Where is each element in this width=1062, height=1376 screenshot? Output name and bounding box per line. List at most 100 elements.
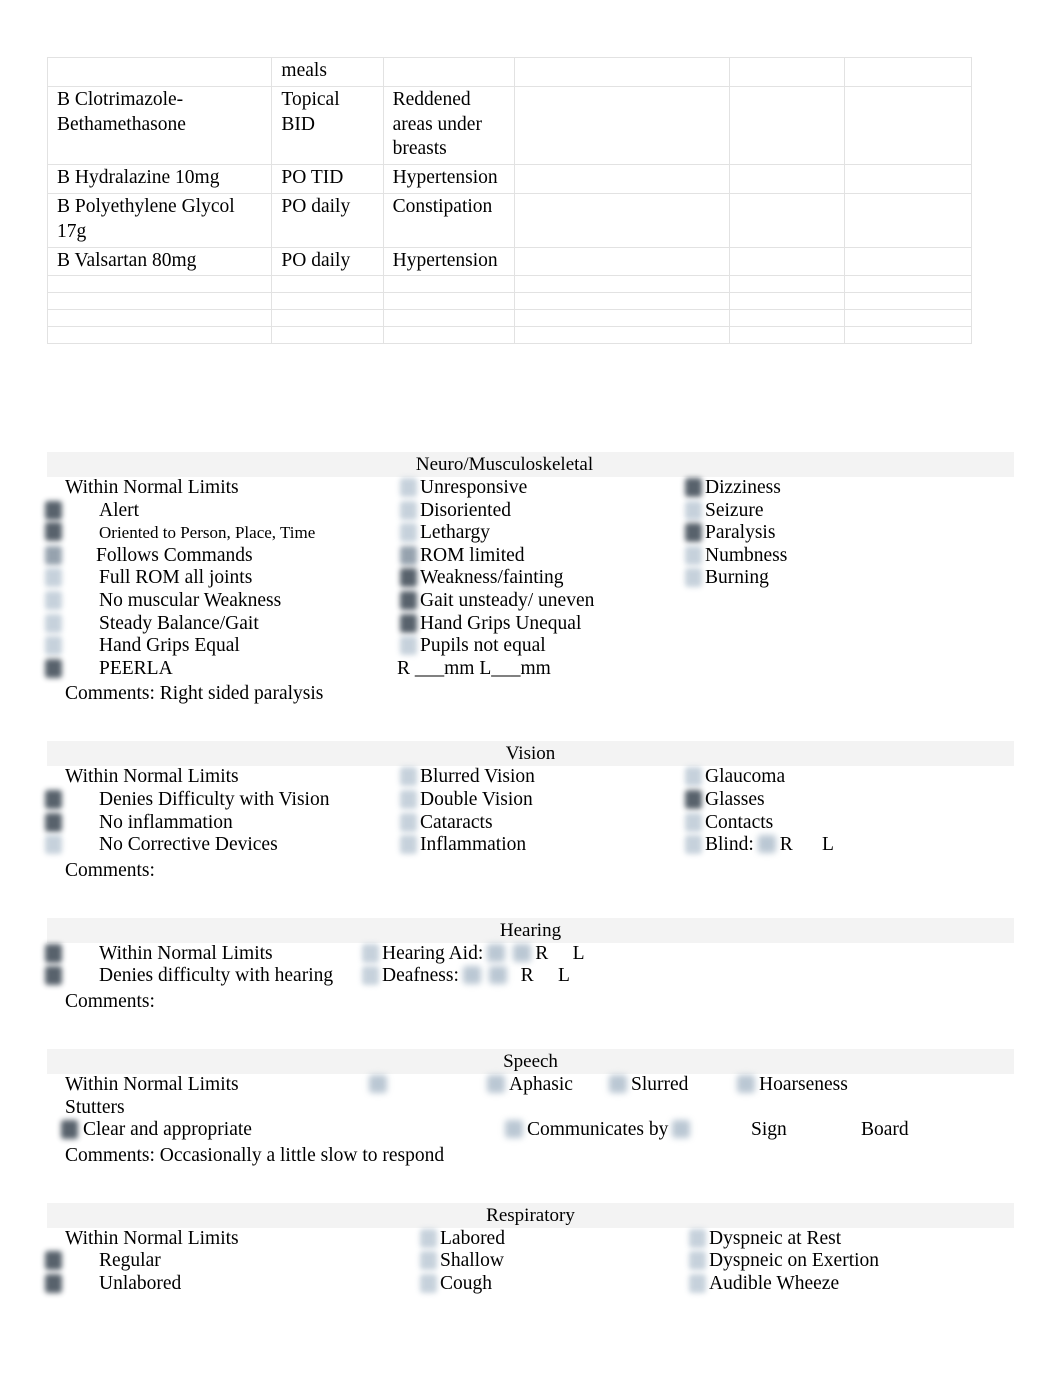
speech-item-aphasic[interactable]: Aphasic bbox=[483, 1074, 605, 1097]
checkbox-icon[interactable] bbox=[400, 590, 417, 610]
neuro-item-hand-grips-unequal[interactable]: Hand Grips Unequal bbox=[400, 613, 662, 636]
checkbox-icon[interactable] bbox=[513, 943, 532, 962]
neuro-item-burning[interactable]: Burning bbox=[685, 567, 1014, 590]
checkbox-icon[interactable] bbox=[400, 500, 417, 520]
checkbox-icon[interactable] bbox=[685, 523, 702, 543]
checkbox-icon[interactable] bbox=[689, 1228, 706, 1248]
checkbox-icon[interactable] bbox=[45, 966, 62, 986]
checkbox-icon[interactable] bbox=[685, 500, 702, 520]
checkbox-icon[interactable] bbox=[400, 789, 417, 809]
checkbox-icon[interactable] bbox=[685, 545, 702, 565]
checkbox-icon[interactable] bbox=[400, 613, 417, 633]
checkbox-icon[interactable] bbox=[45, 613, 62, 633]
neuro-item-paralysis[interactable]: Paralysis bbox=[685, 522, 1014, 545]
speech-item-communicates-by[interactable]: Communicates by bbox=[501, 1119, 751, 1142]
vision-item-inflammation[interactable]: Inflammation bbox=[400, 834, 662, 857]
respiratory-item-wnl[interactable]: Within Normal Limits bbox=[65, 1228, 377, 1251]
neuro-item-follows-commands[interactable]: Follows Commands bbox=[45, 545, 377, 568]
neuro-item-full-rom[interactable]: Full ROM all joints bbox=[45, 567, 377, 590]
hearing-item-denies-difficulty[interactable]: Denies difficulty with hearing bbox=[45, 965, 382, 988]
checkbox-icon[interactable] bbox=[685, 835, 702, 855]
checkbox-icon[interactable] bbox=[505, 1120, 523, 1139]
vision-item-cataracts[interactable]: Cataracts bbox=[400, 812, 662, 835]
respiratory-item-labored[interactable]: Labored bbox=[420, 1228, 662, 1251]
checkbox-icon[interactable] bbox=[400, 812, 417, 832]
respiratory-item-regular[interactable]: Regular bbox=[45, 1250, 377, 1273]
neuro-item-no-muscular-weakness[interactable]: No muscular Weakness bbox=[45, 590, 377, 613]
respiratory-item-dyspneic-exertion[interactable]: Dyspneic on Exertion bbox=[689, 1250, 1014, 1273]
checkbox-icon[interactable] bbox=[61, 1120, 78, 1140]
hearing-comments[interactable]: Comments: bbox=[47, 987, 1014, 1015]
checkbox-icon[interactable] bbox=[685, 789, 702, 809]
speech-item-sign[interactable]: Sign bbox=[751, 1119, 861, 1142]
checkbox-icon[interactable] bbox=[400, 767, 417, 787]
speech-item-wnl[interactable]: Within Normal Limits bbox=[47, 1074, 365, 1097]
checkbox-icon[interactable] bbox=[400, 835, 417, 855]
checkbox-icon[interactable] bbox=[400, 545, 417, 565]
checkbox-icon[interactable] bbox=[362, 943, 379, 963]
neuro-pupil-measurement[interactable]: R ___mm L___mm bbox=[397, 658, 662, 681]
vision-item-contacts[interactable]: Contacts bbox=[685, 812, 1014, 835]
checkbox-icon[interactable] bbox=[689, 1273, 706, 1293]
checkbox-icon[interactable] bbox=[45, 545, 62, 565]
checkbox-icon[interactable] bbox=[420, 1251, 437, 1271]
checkbox-icon[interactable] bbox=[685, 568, 702, 588]
hearing-item-wnl[interactable]: Within Normal Limits bbox=[45, 943, 382, 966]
neuro-item-alert[interactable]: Alert bbox=[45, 500, 377, 523]
vision-item-blurred[interactable]: Blurred Vision bbox=[400, 766, 662, 789]
respiratory-item-unlabored[interactable]: Unlabored bbox=[45, 1273, 377, 1296]
vision-item-glaucoma[interactable]: Glaucoma bbox=[685, 766, 1014, 789]
checkbox-icon[interactable] bbox=[45, 1273, 62, 1293]
checkbox-icon[interactable] bbox=[400, 568, 417, 588]
vision-item-blind[interactable]: Blind: R L bbox=[685, 834, 1014, 857]
neuro-comments[interactable]: Comments: Right sided paralysis bbox=[47, 680, 1014, 708]
checkbox-icon[interactable] bbox=[487, 1074, 505, 1093]
neuro-item-seizure[interactable]: Seizure bbox=[685, 500, 1014, 523]
neuro-item-wnl[interactable]: Within Normal Limits bbox=[65, 477, 377, 500]
checkbox-icon[interactable] bbox=[45, 789, 62, 809]
speech-comments[interactable]: Comments: Occasionally a little slow to … bbox=[47, 1141, 1014, 1169]
speech-item-hoarseness[interactable]: Hoarseness bbox=[733, 1074, 853, 1097]
vision-item-wnl[interactable]: Within Normal Limits bbox=[65, 766, 377, 789]
vision-item-double[interactable]: Double Vision bbox=[400, 789, 662, 812]
vision-item-no-corrective-devices[interactable]: No Corrective Devices bbox=[45, 834, 377, 857]
checkbox-icon[interactable] bbox=[45, 568, 62, 588]
neuro-item-unresponsive[interactable]: Unresponsive bbox=[400, 477, 662, 500]
neuro-item-disoriented[interactable]: Disoriented bbox=[400, 500, 662, 523]
neuro-item-weakness-fainting[interactable]: Weakness/fainting bbox=[400, 567, 662, 590]
neuro-item-lethargy[interactable]: Lethargy bbox=[400, 522, 662, 545]
checkbox-icon[interactable] bbox=[689, 1251, 706, 1271]
speech-item-stutters[interactable]: Stutters bbox=[47, 1097, 365, 1120]
checkbox-icon[interactable] bbox=[609, 1074, 627, 1093]
checkbox-icon[interactable] bbox=[45, 812, 62, 832]
checkbox-icon[interactable] bbox=[685, 767, 702, 787]
checkbox-icon[interactable] bbox=[45, 500, 62, 520]
checkbox-icon[interactable] bbox=[45, 658, 62, 678]
vision-item-glasses[interactable]: Glasses bbox=[685, 789, 1014, 812]
neuro-item-hand-grips-equal[interactable]: Hand Grips Equal bbox=[45, 635, 377, 658]
checkbox-icon[interactable] bbox=[369, 1074, 387, 1093]
speech-item-board[interactable]: Board bbox=[861, 1119, 981, 1142]
hearing-aid-row[interactable]: Hearing Aid: R L bbox=[362, 943, 802, 966]
checkbox-icon[interactable] bbox=[462, 966, 481, 985]
neuro-item-steady-balance[interactable]: Steady Balance/Gait bbox=[45, 613, 377, 636]
neuro-item-dizziness[interactable]: Dizziness bbox=[685, 477, 1014, 500]
neuro-item-rom-limited[interactable]: ROM limited bbox=[400, 545, 662, 568]
respiratory-item-audible-wheeze[interactable]: Audible Wheeze bbox=[689, 1273, 1014, 1296]
checkbox-icon[interactable] bbox=[45, 835, 62, 855]
neuro-item-oriented[interactable]: Oriented to Person, Place, Time bbox=[45, 522, 377, 545]
checkbox-icon[interactable] bbox=[685, 478, 702, 497]
checkbox-icon[interactable] bbox=[45, 522, 62, 542]
speech-item-clear[interactable]: Clear and appropriate bbox=[47, 1119, 383, 1142]
checkbox-icon[interactable] bbox=[488, 966, 507, 985]
checkbox-icon[interactable] bbox=[362, 966, 379, 986]
checkbox-icon[interactable] bbox=[672, 1120, 691, 1139]
neuro-item-numbness[interactable]: Numbness bbox=[685, 545, 1014, 568]
checkbox-icon[interactable] bbox=[45, 943, 62, 963]
checkbox-icon[interactable] bbox=[45, 590, 62, 610]
vision-item-no-inflammation[interactable]: No inflammation bbox=[45, 812, 377, 835]
checkbox-icon[interactable] bbox=[737, 1074, 755, 1093]
checkbox-icon[interactable] bbox=[420, 1228, 437, 1248]
vision-item-denies-difficulty[interactable]: Denies Difficulty with Vision bbox=[45, 789, 377, 812]
checkbox-icon[interactable] bbox=[487, 943, 506, 962]
